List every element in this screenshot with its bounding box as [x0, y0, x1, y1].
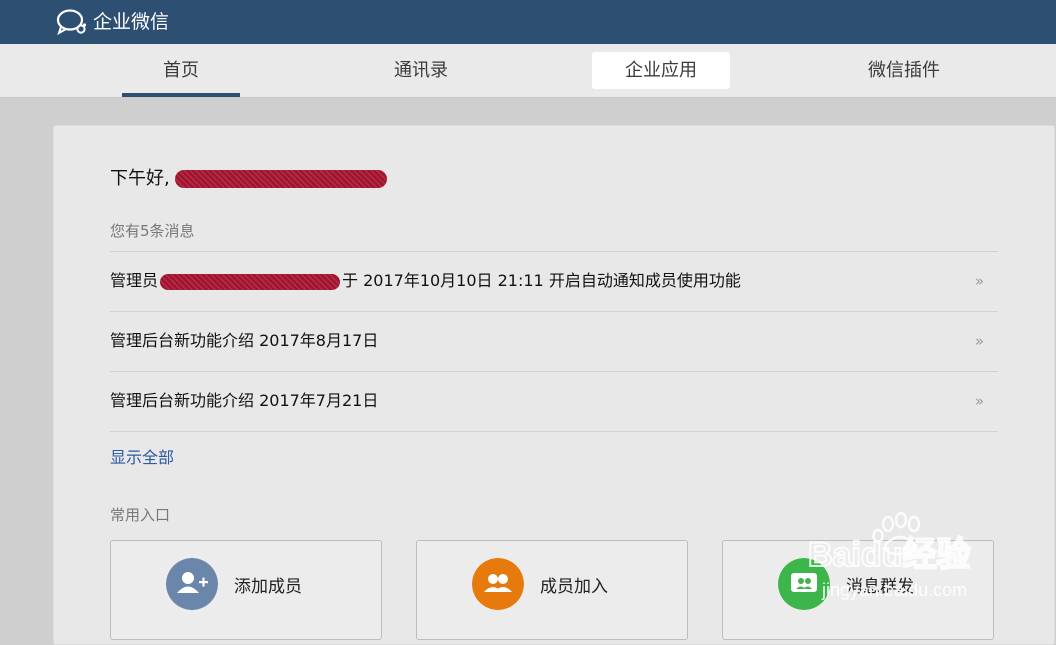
tab-apps-label: 企业应用	[625, 60, 697, 81]
tab-home-label: 首页	[163, 60, 199, 81]
home-card: 下午好, 您有5条消息 管理员 于 2017年10月10日 21:11 开启自动通…	[53, 125, 1055, 645]
top-header: 企业微信	[0, 0, 1056, 44]
message-text: 管理后台新功能介绍 2017年8月17日	[110, 331, 379, 350]
broadcast-message-icon	[778, 558, 830, 610]
tab-home[interactable]: 首页	[122, 52, 240, 97]
message-text: 管理员 于 2017年10月10日 21:11 开启自动通知成员使用功能	[110, 270, 741, 292]
message-prefix: 管理员	[110, 271, 159, 290]
shortcuts-title: 常用入口	[110, 506, 171, 524]
message-row[interactable]: 管理员 于 2017年10月10日 21:11 开启自动通知成员使用功能 »	[110, 251, 998, 311]
double-chevron-right-icon: »	[974, 392, 984, 410]
message-row[interactable]: 管理后台新功能介绍 2017年7月21日 »	[110, 371, 998, 432]
tab-contacts-label: 通讯录	[394, 60, 448, 81]
message-row[interactable]: 管理后台新功能介绍 2017年8月17日 »	[110, 311, 998, 371]
main-nav: 首页 通讯录 企业应用 微信插件	[0, 44, 1056, 98]
redacted-username	[175, 170, 388, 188]
tab-contacts[interactable]: 通讯录	[362, 52, 480, 89]
member-join-label: 成员加入	[540, 577, 608, 597]
member-join-icon	[472, 558, 524, 610]
broadcast-message-button[interactable]: 消息群发	[722, 540, 994, 640]
wework-chat-logo-icon	[56, 9, 87, 36]
broadcast-message-label: 消息群发	[846, 577, 914, 597]
double-chevron-right-icon: »	[974, 332, 984, 350]
brand-name: 企业微信	[93, 11, 170, 33]
redacted-admin-name	[160, 273, 341, 290]
add-member-icon	[166, 558, 218, 610]
message-text: 管理后台新功能介绍 2017年7月21日	[110, 391, 379, 410]
tab-wechat-plugin[interactable]: 微信插件	[845, 52, 963, 89]
add-member-button[interactable]: 添加成员	[110, 540, 382, 640]
double-chevron-right-icon: »	[974, 272, 984, 290]
tab-wechat-plugin-label: 微信插件	[868, 60, 940, 81]
greeting-text: 下午好,	[110, 168, 170, 189]
greeting: 下午好,	[110, 166, 388, 192]
message-body: 于 2017年10月10日 21:11 开启自动通知成员使用功能	[342, 271, 741, 290]
tab-apps[interactable]: 企业应用	[592, 52, 730, 89]
message-count: 您有5条消息	[110, 222, 195, 240]
member-join-button[interactable]: 成员加入	[416, 540, 688, 640]
add-member-label: 添加成员	[234, 577, 302, 597]
show-all-link[interactable]: 显示全部	[110, 444, 174, 468]
message-list: 管理员 于 2017年10月10日 21:11 开启自动通知成员使用功能 » 管理…	[110, 251, 998, 432]
